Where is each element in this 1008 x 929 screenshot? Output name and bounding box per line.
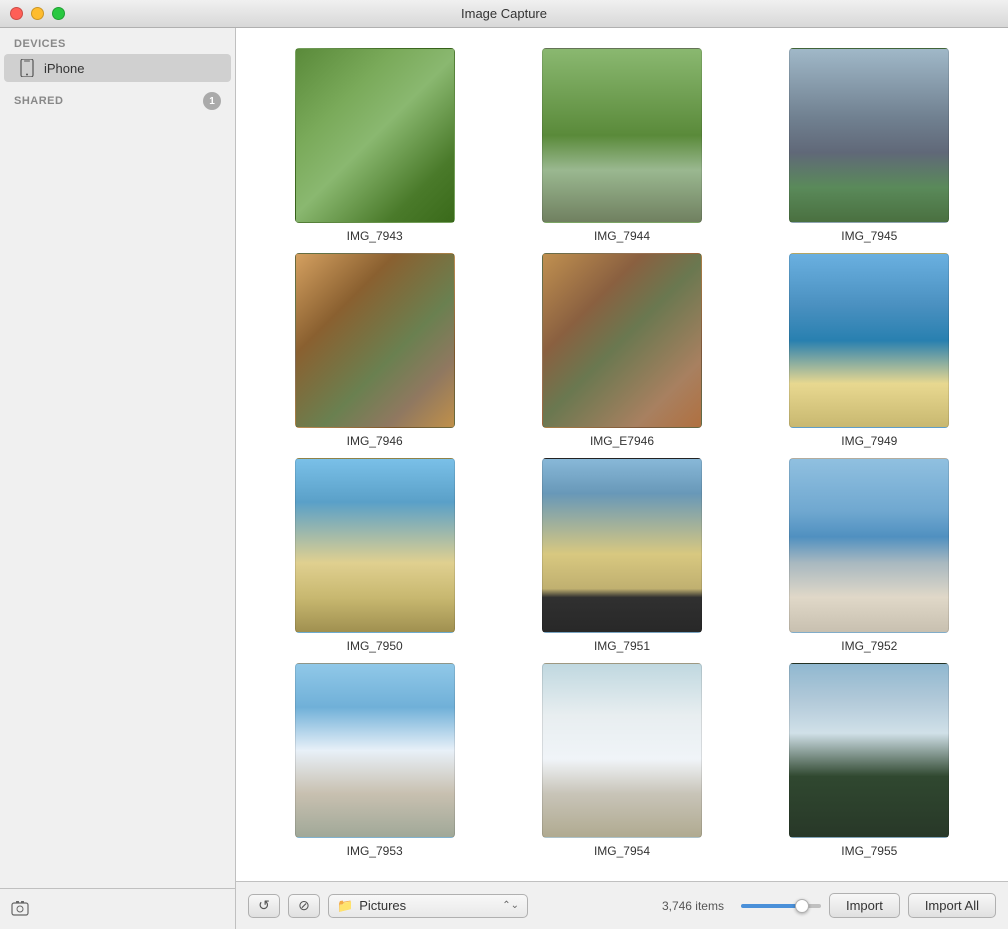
photo-grid: IMG_7943 IMG_7944 IMG_7945 IMG_7946 IMG_E794… <box>236 28 1008 881</box>
photo-item[interactable]: IMG_7955 <box>761 663 978 858</box>
devices-section-header: DEVICES <box>0 28 235 54</box>
photo-thumbnail <box>295 458 455 633</box>
iphone-label: iPhone <box>44 61 84 76</box>
photo-item[interactable]: IMG_7945 <box>761 48 978 243</box>
photo-item[interactable]: IMG_7951 <box>513 458 730 653</box>
photo-item[interactable]: IMG_7943 <box>266 48 483 243</box>
folder-icon: 📁 <box>337 898 353 914</box>
sidebar-footer <box>0 888 235 929</box>
photo-label: IMG_7950 <box>347 639 403 653</box>
destination-selector[interactable]: 📁 Pictures ⌃⌄ <box>328 894 528 918</box>
photo-label: IMG_7955 <box>841 844 897 858</box>
photo-item[interactable]: IMG_7950 <box>266 458 483 653</box>
import-button[interactable]: Import <box>829 893 900 918</box>
photo-item[interactable]: IMG_7944 <box>513 48 730 243</box>
zoom-track[interactable] <box>741 904 821 908</box>
rotate-button[interactable]: ↺ <box>248 894 280 918</box>
photo-label: IMG_7946 <box>347 434 403 448</box>
photo-item[interactable]: IMG_7946 <box>266 253 483 448</box>
shared-count-badge: 1 <box>203 92 221 110</box>
photo-thumbnail <box>789 663 949 838</box>
sidebar-item-iphone[interactable]: iPhone <box>4 54 231 82</box>
close-button[interactable] <box>10 7 23 20</box>
window-title: Image Capture <box>461 6 547 21</box>
delete-button[interactable]: ⊘ <box>288 894 320 918</box>
add-location-button[interactable] <box>8 897 32 921</box>
delete-icon: ⊘ <box>298 897 310 914</box>
zoom-slider[interactable] <box>741 904 821 908</box>
app-body: DEVICES iPhone SHARED 1 <box>0 28 1008 929</box>
import-all-button[interactable]: Import All <box>908 893 996 918</box>
photo-item[interactable]: IMG_E7946 <box>513 253 730 448</box>
window-controls <box>10 7 65 20</box>
photo-label: IMG_7944 <box>594 229 650 243</box>
destination-label: Pictures <box>359 898 496 913</box>
rotate-icon: ↺ <box>258 897 270 914</box>
photo-thumbnail <box>542 663 702 838</box>
items-count: 3,746 items <box>653 899 733 913</box>
minimize-button[interactable] <box>31 7 44 20</box>
photo-label: IMG_7952 <box>841 639 897 653</box>
main-content: IMG_7943 IMG_7944 IMG_7945 IMG_7946 IMG_E794… <box>236 28 1008 929</box>
photo-label: IMG_7953 <box>347 844 403 858</box>
photo-thumbnail <box>542 458 702 633</box>
photo-item[interactable]: IMG_7954 <box>513 663 730 858</box>
maximize-button[interactable] <box>52 7 65 20</box>
photo-label: IMG_7943 <box>347 229 403 243</box>
photo-label: IMG_7951 <box>594 639 650 653</box>
photo-label: IMG_E7946 <box>590 434 654 448</box>
shared-label: SHARED <box>14 95 63 107</box>
photo-label: IMG_7954 <box>594 844 650 858</box>
shared-section-header: SHARED 1 <box>0 82 235 114</box>
photo-thumbnail <box>295 663 455 838</box>
photo-thumbnail <box>789 458 949 633</box>
photo-label: IMG_7949 <box>841 434 897 448</box>
photo-item[interactable]: IMG_7952 <box>761 458 978 653</box>
sidebar: DEVICES iPhone SHARED 1 <box>0 28 236 929</box>
photo-thumbnail <box>295 253 455 428</box>
bottom-bar: ↺ ⊘ 📁 Pictures ⌃⌄ 3,746 items Import Imp… <box>236 881 1008 929</box>
photo-thumbnail <box>789 253 949 428</box>
photo-item[interactable]: IMG_7953 <box>266 663 483 858</box>
photo-thumbnail <box>542 253 702 428</box>
iphone-icon <box>18 59 36 77</box>
photo-item[interactable]: IMG_7949 <box>761 253 978 448</box>
photo-thumbnail <box>789 48 949 223</box>
zoom-thumb[interactable] <box>795 899 809 913</box>
chevron-icon: ⌃⌄ <box>502 900 519 911</box>
title-bar: Image Capture <box>0 0 1008 28</box>
photo-thumbnail <box>295 48 455 223</box>
photo-label: IMG_7945 <box>841 229 897 243</box>
photo-thumbnail <box>542 48 702 223</box>
